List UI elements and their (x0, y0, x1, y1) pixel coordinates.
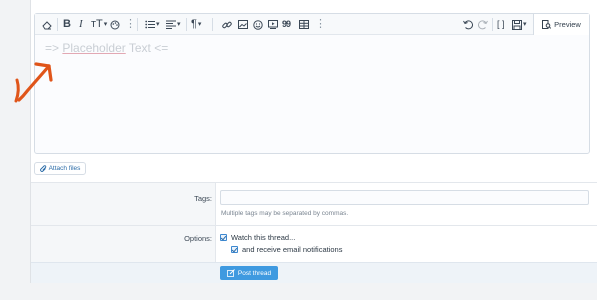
placeholder-prefix: => (45, 41, 63, 55)
post-thread-button[interactable]: Post thread (220, 266, 278, 280)
paperclip-icon (39, 164, 46, 172)
toolbar-separator (57, 18, 58, 31)
more-icon[interactable]: ⋮ (125, 17, 136, 32)
toolbar-separator (137, 18, 138, 31)
form-column-divider (215, 183, 216, 263)
watch-thread-checkbox[interactable] (220, 234, 227, 241)
chevron-down-icon: ▾ (156, 21, 160, 28)
image-icon[interactable] (238, 17, 248, 32)
options-label: Options: (184, 234, 212, 243)
table-icon[interactable] (299, 17, 309, 32)
toolbar-separator (212, 18, 213, 31)
quote-icon[interactable]: 99 (282, 17, 291, 32)
link-icon[interactable] (222, 17, 232, 32)
media-icon[interactable] (268, 17, 278, 32)
email-notifications-label[interactable]: and receive email notifications (242, 245, 342, 254)
bold-icon[interactable]: B (63, 17, 71, 32)
tags-label: Tags: (194, 194, 212, 203)
align-icon[interactable]: ▾ (166, 17, 181, 32)
rich-text-editor[interactable]: B I тT ▾ ⋮ ▾ ▾ ¶ ▾ 99 ⋮ [] ▾ Preview =>… (34, 13, 590, 154)
attach-files-button[interactable]: Attach files (34, 162, 86, 175)
paragraph-icon[interactable]: ¶ ▾ (191, 17, 201, 32)
placeholder-suffix: Text <= (125, 41, 169, 55)
paragraph-glyph: ¶ (191, 18, 197, 30)
text-size-icon[interactable]: тT ▾ (91, 17, 107, 32)
compose-icon (226, 269, 235, 277)
preview-icon (542, 20, 552, 29)
eraser-icon[interactable] (42, 17, 52, 32)
chevron-down-icon: ▾ (523, 21, 527, 28)
drafts-icon[interactable]: ▾ (512, 17, 527, 32)
italic-icon[interactable]: I (79, 17, 83, 32)
chevron-down-icon: ▾ (177, 21, 181, 28)
post-thread-label: Post thread (237, 269, 272, 277)
form-row-divider (31, 225, 597, 226)
smiley-icon[interactable] (253, 17, 263, 32)
list-icon[interactable]: ▾ (145, 17, 160, 32)
toolbar-separator (492, 18, 493, 31)
preview-label: Preview (554, 20, 581, 29)
chevron-down-icon: ▾ (103, 21, 108, 28)
undo-icon[interactable] (463, 17, 473, 32)
text-size-glyph: тT (91, 18, 103, 30)
chevron-down-icon: ▾ (197, 21, 202, 28)
email-notifications-checkbox[interactable] (231, 246, 238, 253)
palette-icon[interactable] (110, 17, 120, 32)
tags-input[interactable] (220, 190, 589, 205)
more-icon[interactable]: ⋮ (315, 17, 326, 32)
bbcode-icon[interactable]: [ ] (497, 17, 505, 32)
form-footer (31, 262, 597, 283)
editor-placeholder: => Placeholder Text <= (45, 41, 168, 55)
annotation-arrow-icon (14, 62, 53, 103)
editor-toolbar: B I тT ▾ ⋮ ▾ ▾ ¶ ▾ 99 ⋮ [] ▾ Preview (35, 14, 589, 35)
toolbar-separator (186, 18, 187, 31)
attach-files-label: Attach files (48, 165, 81, 172)
preview-button[interactable]: Preview (533, 14, 589, 35)
placeholder-word: Placeholder (62, 41, 126, 55)
watch-thread-label[interactable]: Watch this thread... (231, 233, 295, 242)
tags-hint: Multiple tags may be separated by commas… (221, 210, 349, 217)
redo-icon[interactable] (478, 17, 488, 32)
form-label-column (31, 183, 215, 263)
